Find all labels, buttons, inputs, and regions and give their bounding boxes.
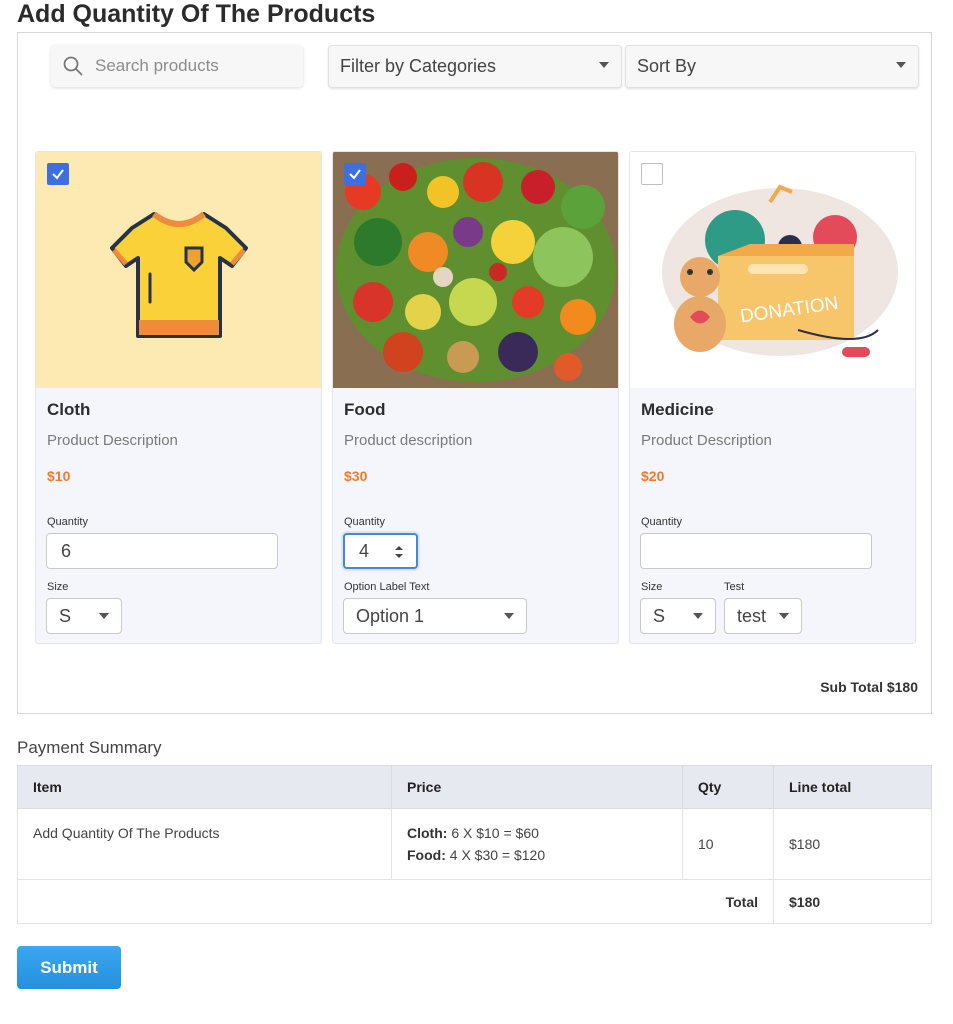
size-label: Size (47, 581, 69, 593)
vegetables-icon (333, 152, 618, 388)
price-line-food: Food: 4 X $30 = $120 (407, 847, 681, 863)
quantity-label: Quantity (344, 516, 385, 528)
quantity-value: 6 (61, 540, 72, 561)
product-card-medicine[interactable]: DONATION Medicine Product Description $2… (629, 151, 916, 644)
submit-button[interactable]: Submit (17, 946, 121, 989)
price-cell: Cloth: 6 X $10 = $60 Food: 4 X $30 = $12… (391, 808, 683, 880)
checkmark-icon (52, 169, 64, 180)
size-label: Size (641, 581, 663, 593)
product-name: Food (344, 400, 386, 419)
sort-by-label: Sort By (637, 56, 697, 76)
chevron-down-icon (693, 613, 703, 619)
search-icon (63, 56, 83, 76)
chevron-down-icon (99, 613, 109, 619)
product-price: $10 (47, 468, 71, 484)
size-select-medicine[interactable]: S (640, 598, 716, 634)
total-row: Total $180 (17, 879, 932, 924)
option-value: Option 1 (356, 605, 425, 626)
test-label: Test (724, 581, 745, 593)
column-header-line-total: Line total (773, 765, 932, 809)
column-header-qty: Qty (682, 765, 774, 809)
chevron-down-icon (779, 613, 789, 619)
price-line-text: 4 X $30 = $120 (449, 847, 546, 863)
option-label: Option Label Text (344, 581, 430, 593)
test-select-medicine[interactable]: test (724, 598, 802, 634)
donation-box-icon: DONATION (662, 184, 898, 357)
product-price: $20 (641, 468, 665, 484)
product-price: $30 (344, 468, 368, 484)
product-card-food[interactable]: Food Product description $30 Quantity 4 … (332, 151, 619, 644)
size-select-cloth[interactable]: S (46, 598, 122, 634)
payment-summary-title: Payment Summary (17, 738, 162, 757)
select-checkbox-medicine[interactable] (641, 163, 663, 185)
line-total-cell: $180 (773, 808, 932, 880)
option-select-food[interactable]: Option 1 (343, 598, 527, 634)
product-description: Product description (344, 432, 473, 449)
product-description: Product Description (641, 432, 772, 449)
size-value: S (653, 605, 666, 626)
cloth-image (36, 152, 321, 388)
page-title: Add Quantity Of The Products (17, 0, 376, 28)
chevron-down-icon (504, 613, 514, 619)
column-header-item: Item (17, 765, 392, 809)
food-image (333, 152, 618, 388)
medicine-image: DONATION (630, 152, 915, 388)
product-selector: Filter by Categories Sort By Cloth Produ… (17, 32, 932, 714)
chevron-down-icon (896, 62, 906, 68)
price-line-cloth: Cloth: 6 X $10 = $60 (407, 825, 681, 841)
test-value: test (737, 605, 767, 626)
chevron-down-icon (599, 62, 609, 68)
product-name: Medicine (641, 400, 714, 419)
payment-summary-table: Item Price Qty Line total Add Quantity O… (17, 765, 932, 924)
table-row: Add Quantity Of The Products Cloth: 6 X … (17, 808, 932, 880)
sort-by-select[interactable]: Sort By (625, 45, 919, 88)
price-line-label: Cloth: (407, 825, 448, 841)
checkmark-icon (349, 169, 361, 180)
price-line-label: Food: (407, 847, 446, 863)
product-card-cloth[interactable]: Cloth Product Description $10 Quantity 6… (35, 151, 322, 644)
table-header-row: Item Price Qty Line total (17, 765, 932, 809)
total-value: $180 (773, 879, 932, 924)
quantity-input-food[interactable]: 4 (343, 533, 418, 569)
quantity-label: Quantity (47, 516, 88, 528)
qty-cell: 10 (682, 808, 774, 880)
select-checkbox-food[interactable] (344, 163, 366, 185)
product-description: Product Description (47, 432, 178, 449)
total-label: Total (17, 879, 774, 924)
select-checkbox-cloth[interactable] (47, 163, 69, 185)
stepper-arrows-icon[interactable] (394, 544, 404, 560)
subtotal: Sub Total $180 (820, 679, 918, 695)
search-input[interactable] (93, 55, 283, 77)
quantity-label: Quantity (641, 516, 682, 528)
size-value: S (59, 605, 72, 626)
filter-categories-label: Filter by Categories (340, 56, 497, 76)
tshirt-icon (110, 211, 248, 338)
quantity-value: 4 (359, 540, 370, 561)
item-cell: Add Quantity Of The Products (17, 808, 392, 880)
product-name: Cloth (47, 400, 91, 419)
filter-categories-select[interactable]: Filter by Categories (328, 45, 622, 88)
column-header-price: Price (391, 765, 683, 809)
search-box[interactable] (51, 45, 303, 87)
price-line-text: 6 X $10 = $60 (451, 825, 539, 841)
quantity-input-medicine[interactable] (640, 533, 872, 569)
quantity-input-cloth[interactable]: 6 (46, 533, 278, 569)
